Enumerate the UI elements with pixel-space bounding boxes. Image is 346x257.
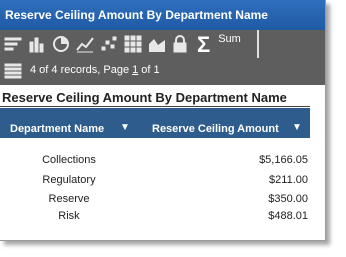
amount-cell: $5,166.05 — [259, 154, 308, 166]
column-header-amount[interactable]: Reserve Ceiling Amount — [152, 123, 279, 135]
sort-amount-icon[interactable]: ▼ — [292, 122, 302, 133]
pager-suffix: of 1 — [138, 64, 160, 76]
toolbar: Σ Sum 4 of 4 records, Page 1 of 1 — [0, 30, 325, 85]
report-panel: Reserve Ceiling Amount By Department Nam… — [0, 0, 326, 241]
pager-status: 4 of 4 records, Page 1 of 1 — [30, 64, 160, 76]
amount-cell: $488.01 — [268, 210, 308, 222]
lock-icon[interactable] — [170, 33, 190, 55]
scatter-icon[interactable] — [99, 33, 119, 55]
grid-icon[interactable] — [123, 33, 143, 55]
area-chart-icon[interactable] — [147, 33, 167, 55]
table-row: Risk $488.01 — [0, 210, 310, 229]
sort-department-icon[interactable]: ▼ — [120, 122, 130, 133]
department-cell: Risk — [58, 210, 80, 222]
toolbar-divider — [257, 30, 259, 58]
window-title: Reserve Ceiling Amount By Department Nam… — [0, 0, 325, 30]
records-list-icon[interactable] — [4, 62, 22, 80]
department-cell: Reserve — [48, 193, 90, 205]
filter-icon[interactable] — [3, 33, 23, 55]
department-cell: Regulatory — [42, 174, 96, 186]
pie-chart-icon[interactable] — [51, 33, 71, 55]
amount-cell: $350.00 — [268, 193, 308, 205]
table-header: Department Name ▼ Reserve Ceiling Amount… — [0, 108, 310, 138]
pager-prefix: 4 of 4 records, Page — [30, 64, 133, 76]
sum-button[interactable]: Σ Sum — [197, 32, 241, 57]
sum-label: Sum — [218, 32, 241, 45]
bar-chart-icon[interactable] — [27, 33, 47, 55]
sigma-icon: Σ — [197, 31, 211, 57]
department-cell: Collections — [42, 154, 96, 166]
report-title: Reserve Ceiling Amount By Department Nam… — [2, 90, 287, 105]
table-row: Regulatory $211.00 — [0, 174, 310, 193]
line-chart-icon[interactable] — [75, 33, 95, 55]
title-underline — [0, 106, 310, 107]
column-header-department[interactable]: Department Name — [10, 123, 104, 135]
amount-cell: $211.00 — [269, 174, 308, 186]
table-row: Collections $5,166.05 — [0, 154, 310, 173]
